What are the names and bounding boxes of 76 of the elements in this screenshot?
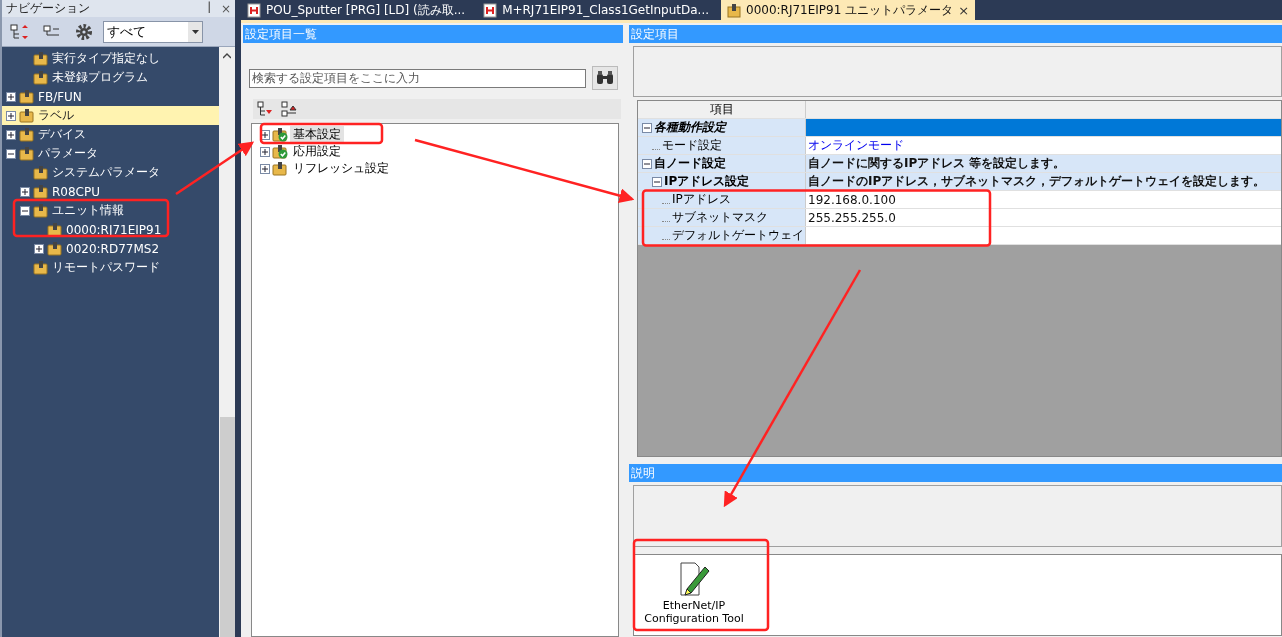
tool-launcher[interactable]: EtherNet/IP Configuration Tool xyxy=(644,561,744,635)
setting-name: サブネットマスク xyxy=(672,209,768,226)
panel-header: 設定項目一覧 xyxy=(243,25,623,43)
setting-name: 各種動作設定 xyxy=(654,119,726,136)
expand-icon[interactable] xyxy=(260,146,270,157)
pin-button[interactable]: ꟾ xyxy=(207,1,211,16)
settings-tree-item[interactable]: 応用設定 xyxy=(290,143,344,160)
setting-value[interactable]: 自ノードのIPアドレス，サブネットマスク，デフォルトゲートウェイを設定します。 xyxy=(806,173,1281,190)
folder-icon xyxy=(19,108,35,123)
document-pencil-icon xyxy=(677,561,711,597)
editor-tab[interactable]: 0000:RJ71EIP91 ユニットパラメータ × xyxy=(721,0,976,20)
expand-all-icon[interactable] xyxy=(281,101,297,117)
filter-dropdown[interactable]: すべて xyxy=(103,20,203,43)
navigation-item[interactable]: ラベル xyxy=(2,106,219,125)
navigation-item[interactable]: 0020:RD77MS2 xyxy=(2,239,219,258)
setting-value[interactable]: 自ノードに関するIPアドレス 等を設定します。 xyxy=(806,155,1281,172)
folder-icon xyxy=(33,260,49,275)
collapse-icon[interactable] xyxy=(20,205,30,216)
ladder-document-icon xyxy=(483,2,498,18)
navigation-item[interactable]: システムパラメータ xyxy=(2,163,219,182)
setting-name: IPアドレス xyxy=(672,191,731,208)
collapse-icon[interactable] xyxy=(6,148,16,159)
close-button[interactable]: × xyxy=(220,1,231,16)
expand-icon[interactable] xyxy=(6,91,16,102)
folder-icon xyxy=(33,51,49,66)
setting-value[interactable]: オンラインモード xyxy=(806,137,1281,154)
navigation-item[interactable]: 未登録プログラム xyxy=(2,68,219,87)
folder-icon xyxy=(33,203,49,218)
folder-icon xyxy=(33,184,49,199)
navigation-item[interactable]: FB/FUN xyxy=(2,87,219,106)
search-button[interactable] xyxy=(592,66,618,90)
folder-icon xyxy=(19,89,35,104)
folder-icon xyxy=(47,222,63,237)
folder-check-icon xyxy=(272,144,288,159)
panel-header: 設定項目 xyxy=(629,25,1282,43)
navigation-item[interactable]: 0000:RJ71EIP91 xyxy=(2,220,219,239)
binoculars-icon xyxy=(596,71,614,85)
caret-icon xyxy=(191,29,199,34)
navigation-item[interactable]: パラメータ xyxy=(2,144,219,163)
editor-tab[interactable]: M+RJ71EIP91_Class1GetInputDa... xyxy=(477,0,715,20)
setting-value[interactable]: 192.168.0.100 xyxy=(806,191,1281,208)
setting-name: モード設定 xyxy=(662,137,722,154)
panel-header: 説明 xyxy=(629,464,1282,482)
expand-icon[interactable] xyxy=(260,129,270,140)
folder-icon xyxy=(33,70,49,85)
column-header: 項目 xyxy=(638,101,806,118)
scroll-up-icon[interactable] xyxy=(223,53,231,59)
folder-icon xyxy=(47,241,63,256)
navigation-item[interactable]: ユニット情報 xyxy=(2,201,219,220)
expand-icon[interactable] xyxy=(6,129,16,140)
folder-icon xyxy=(272,161,288,176)
search-field[interactable]: 検索する設定項目をここに入力 xyxy=(249,68,586,88)
scroll-bar[interactable] xyxy=(219,47,235,637)
folder-icon xyxy=(19,146,35,161)
folder-icon xyxy=(19,127,35,142)
expand-icon[interactable] xyxy=(6,110,16,121)
collapse-all-icon[interactable] xyxy=(257,101,273,117)
panel-title: ナビゲーション xyxy=(6,0,90,17)
settings-tree-item[interactable]: リフレッシュ設定 xyxy=(290,160,392,177)
setting-name: IPアドレス設定 xyxy=(664,173,750,190)
expand-icon[interactable] xyxy=(260,163,270,174)
ladder-document-icon xyxy=(247,2,261,18)
close-tab-button[interactable]: × xyxy=(958,2,970,18)
navigation-item[interactable]: 実行タイプ指定なし xyxy=(2,49,219,68)
folder-check-icon xyxy=(272,127,288,142)
expand-icon[interactable] xyxy=(34,243,44,254)
navigation-item[interactable]: R08CPU xyxy=(2,182,219,201)
expand-icon[interactable] xyxy=(20,186,30,197)
navigation-item[interactable]: デバイス xyxy=(2,125,219,144)
editor-tab[interactable]: POU_Sputter [PRG] [LD] (読み取... xyxy=(241,0,472,20)
folder-icon xyxy=(727,2,741,18)
setting-name: 自ノード設定 xyxy=(654,155,726,172)
folder-icon xyxy=(33,165,49,180)
navigation-item[interactable]: リモートパスワード xyxy=(2,258,219,277)
setting-name: デフォルトゲートウェイ xyxy=(672,227,804,244)
setting-value[interactable]: 255.255.255.0 xyxy=(806,209,1281,226)
